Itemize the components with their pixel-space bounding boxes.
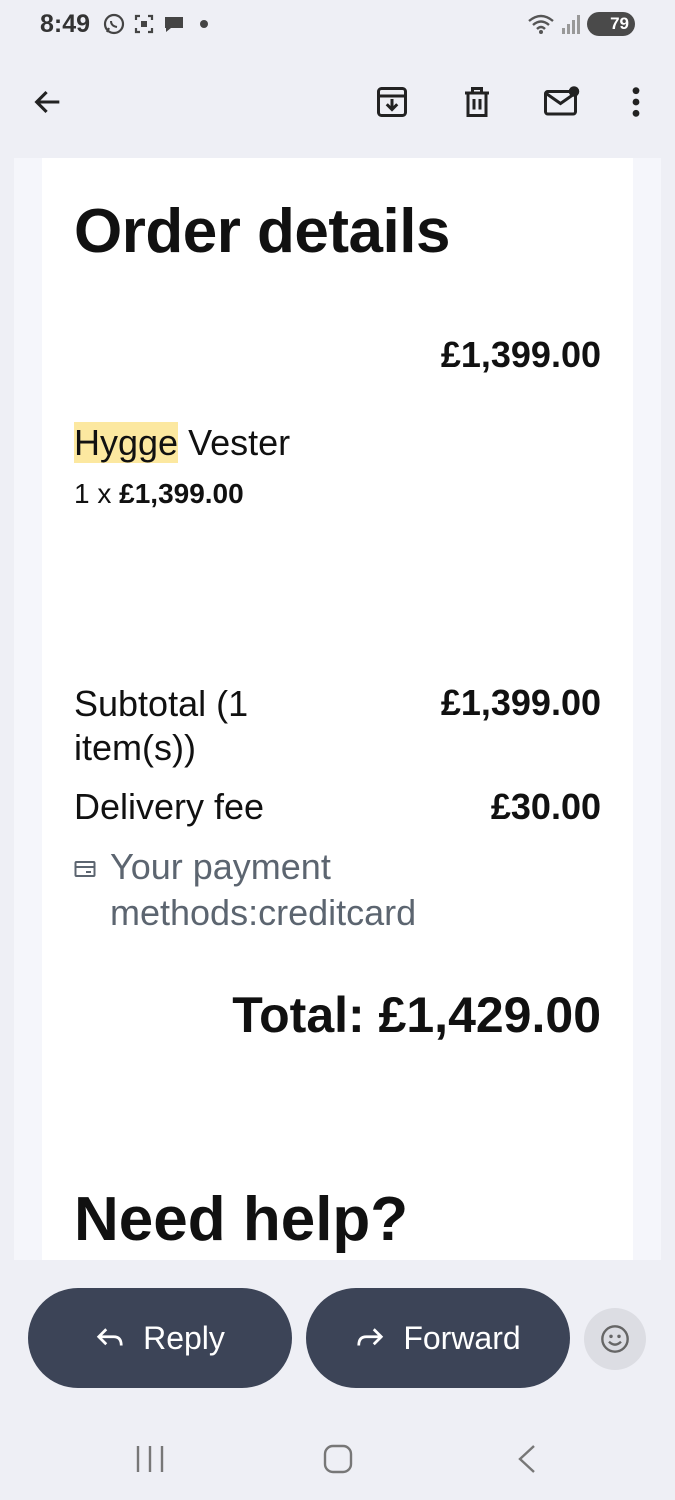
system-icons: 79 <box>527 12 635 36</box>
email-body: Order details £1,399.00 Hygge Vester 1 x… <box>42 158 633 1260</box>
more-icon <box>632 87 640 117</box>
item-quantity: 1 x £1,399.00 <box>74 478 244 510</box>
dot-icon <box>200 20 208 28</box>
screenshot-icon <box>134 14 154 34</box>
recent-apps-icon <box>136 1446 164 1472</box>
recent-apps-button[interactable] <box>134 1444 166 1479</box>
mark-unread-icon <box>544 86 580 116</box>
forward-button[interactable]: Forward <box>306 1288 570 1388</box>
bottom-action-bar: Reply Forward <box>0 1260 675 1500</box>
battery-icon: 79 <box>587 12 635 36</box>
home-icon <box>323 1444 353 1474</box>
forward-label: Forward <box>403 1319 521 1356</box>
reply-icon <box>96 1328 123 1346</box>
back-arrow-icon <box>34 90 60 114</box>
item-qty-price: £1,399.00 <box>119 478 244 509</box>
status-bar: 8:49 79 <box>0 0 675 50</box>
item-name-rest: Vester <box>178 422 291 463</box>
forward-icon <box>357 1328 384 1346</box>
order-details-heading: Order details <box>74 197 450 266</box>
system-back-button[interactable] <box>514 1444 542 1479</box>
back-button[interactable] <box>26 80 70 124</box>
chat-icon <box>165 17 183 32</box>
reply-button[interactable]: Reply <box>28 1288 292 1388</box>
reply-label: Reply <box>143 1319 225 1356</box>
archive-icon <box>377 87 407 117</box>
more-options-button[interactable] <box>614 80 658 124</box>
email-toolbar <box>0 50 675 158</box>
smiley-icon <box>601 1325 629 1353</box>
need-help-heading: Need help? <box>74 1185 409 1254</box>
notification-icons <box>102 12 216 36</box>
credit-card-icon <box>74 861 96 877</box>
order-total: Total: £1,429.00 <box>232 987 601 1043</box>
signal-icon <box>562 15 580 34</box>
mark-unread-button[interactable] <box>540 80 584 124</box>
archive-button[interactable] <box>370 80 414 124</box>
payment-method-text: Your payment methods:creditcard <box>110 846 417 933</box>
battery-level: 79 <box>610 14 629 33</box>
delivery-fee-label: Delivery fee <box>74 786 265 827</box>
status-time: 8:49 <box>40 10 91 38</box>
home-button[interactable] <box>322 1444 354 1479</box>
item-qty-prefix: 1 x <box>74 478 120 509</box>
system-navigation-bar <box>0 1428 675 1488</box>
delete-icon <box>465 87 489 117</box>
chevron-left-icon <box>518 1445 535 1473</box>
emoji-reaction-button[interactable] <box>584 1308 646 1370</box>
whatsapp-icon <box>103 13 125 35</box>
item-name: Hygge Vester <box>74 422 290 464</box>
subtotal-value: £1,399.00 <box>440 682 601 723</box>
subtotal-label: Subtotal (1 item(s)) <box>74 683 249 768</box>
delivery-fee-value: £30.00 <box>490 786 601 827</box>
email-content-area[interactable]: Order details £1,399.00 Hygge Vester 1 x… <box>14 158 661 1260</box>
search-highlight: Hygge <box>74 422 179 463</box>
line-item-price: £1,399.00 <box>440 334 601 375</box>
wifi-icon <box>528 14 554 34</box>
delete-button[interactable] <box>455 80 499 124</box>
